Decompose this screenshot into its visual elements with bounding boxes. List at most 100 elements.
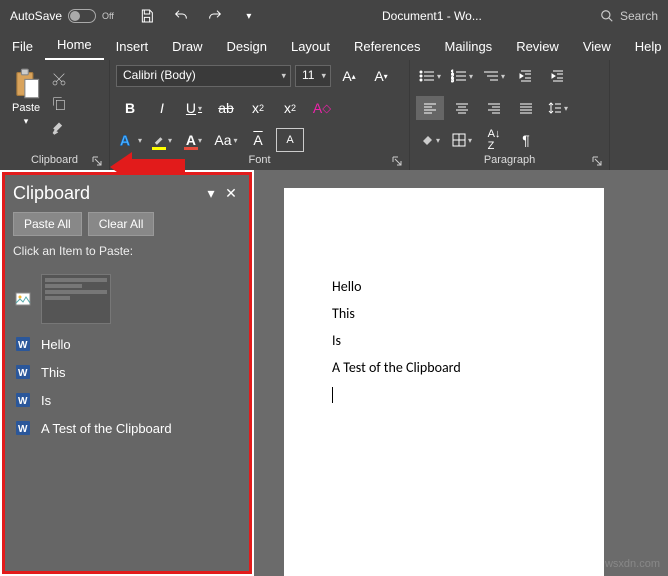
svg-text:W: W: [18, 424, 28, 435]
copy-button[interactable]: [50, 94, 68, 112]
font-name-select[interactable]: Calibri (Body) ▾: [116, 65, 291, 87]
save-icon[interactable]: [132, 2, 162, 30]
paste-icon: [12, 68, 40, 100]
char-border-button[interactable]: A: [276, 128, 304, 152]
tab-references[interactable]: References: [342, 33, 432, 60]
dec-indent-button[interactable]: [512, 64, 540, 88]
inc-indent-button[interactable]: [544, 64, 572, 88]
autosave-toggle[interactable]: AutoSave Off: [0, 9, 124, 23]
clear-all-button[interactable]: Clear All: [88, 212, 155, 236]
tab-insert[interactable]: Insert: [104, 33, 161, 60]
spacing-icon: [548, 101, 562, 115]
borders-icon: [452, 133, 466, 147]
document-area: HelloThisIsA Test of the Clipboard: [254, 170, 668, 576]
align-left-button[interactable]: [416, 96, 444, 120]
tab-design[interactable]: Design: [215, 33, 279, 60]
strike-button[interactable]: ab: [212, 96, 240, 120]
shrink-font-button[interactable]: A▾: [367, 64, 395, 88]
font-size-value: 11: [302, 68, 314, 82]
text-effects-button[interactable]: A▾: [116, 128, 144, 152]
font-name-value: Calibri (Body): [123, 68, 196, 82]
clip-item-text: Is: [41, 393, 51, 408]
pane-options-dropdown[interactable]: ▾: [201, 185, 221, 202]
highlight-icon: [152, 133, 166, 147]
clip-item-text: This: [41, 365, 66, 380]
justify-button[interactable]: [512, 96, 540, 120]
search-box[interactable]: Search: [600, 9, 658, 23]
clipboard-launcher[interactable]: [91, 156, 103, 168]
highlight-button[interactable]: ▾: [148, 128, 176, 152]
italic-button[interactable]: I: [148, 96, 176, 120]
tab-help[interactable]: Help: [623, 33, 668, 60]
redo-icon[interactable]: [200, 2, 230, 30]
document-page[interactable]: HelloThisIsA Test of the Clipboard: [284, 188, 604, 576]
chevron-down-icon: ▾: [24, 116, 29, 127]
line-spacing-button[interactable]: ▾: [544, 96, 572, 120]
cut-button[interactable]: [50, 70, 68, 88]
tab-mailings[interactable]: Mailings: [433, 33, 505, 60]
bold-button[interactable]: B: [116, 96, 144, 120]
tab-draw[interactable]: Draw: [160, 33, 214, 60]
underline-button[interactable]: U▾: [180, 96, 208, 120]
document-line: Hello: [332, 278, 588, 295]
clip-item-text: A Test of the Clipboard: [41, 421, 172, 436]
grow-font-button[interactable]: A▴: [335, 64, 363, 88]
numbering-button[interactable]: 123▾: [448, 64, 476, 88]
superscript-button[interactable]: x2: [276, 96, 304, 120]
sort-button[interactable]: A↓Z: [480, 128, 508, 152]
word-icon: W: [15, 392, 31, 408]
clipboard-item[interactable]: [13, 268, 241, 330]
change-case-button[interactable]: Aa▾: [212, 128, 240, 152]
bullets-button[interactable]: ▾: [416, 64, 444, 88]
chevron-down-icon: ▾: [281, 71, 286, 82]
svg-text:W: W: [18, 396, 28, 407]
tab-view[interactable]: View: [571, 33, 623, 60]
text-effect-icon: A: [118, 131, 136, 149]
align-center-button[interactable]: [448, 96, 476, 120]
clipboard-hint: Click an Item to Paste:: [5, 240, 249, 262]
font-size-select[interactable]: 11 ▾: [295, 65, 331, 87]
tab-home[interactable]: Home: [45, 31, 104, 60]
align-right-icon: [487, 102, 501, 114]
brush-icon: [51, 119, 67, 135]
tab-layout[interactable]: Layout: [279, 33, 342, 60]
paste-button[interactable]: Paste ▾: [6, 64, 46, 152]
word-icon: W: [15, 420, 31, 436]
image-icon: [15, 291, 31, 307]
svg-text:W: W: [18, 368, 28, 379]
watermark: wsxdn.com: [605, 558, 660, 570]
font-launcher[interactable]: [391, 156, 403, 168]
scissors-icon: [51, 71, 67, 87]
clipboard-item[interactable]: W Is: [13, 386, 241, 414]
clipboard-pane: Clipboard ▾ ✕ Paste All Clear All Click …: [2, 172, 252, 574]
show-marks-button[interactable]: ¶: [512, 128, 540, 152]
align-right-button[interactable]: [480, 96, 508, 120]
undo-icon[interactable]: [166, 2, 196, 30]
launcher-icon: [592, 156, 602, 166]
paste-all-button[interactable]: Paste All: [13, 212, 82, 236]
pane-close-button[interactable]: ✕: [221, 185, 241, 202]
launcher-icon: [392, 156, 402, 166]
group-font: Calibri (Body) ▾ 11 ▾ A▴ A▾ B I U▾ ab x2…: [110, 60, 410, 170]
qat-dropdown-icon[interactable]: ▾: [234, 2, 264, 30]
shading-button[interactable]: ▾: [416, 128, 444, 152]
clear-format-button[interactable]: A◇: [308, 96, 336, 120]
tab-file[interactable]: File: [0, 33, 45, 60]
document-line: This: [332, 305, 588, 322]
word-icon: W: [15, 336, 31, 352]
svg-text:3: 3: [451, 78, 454, 83]
justify-icon: [519, 102, 533, 114]
subscript-button[interactable]: x2: [244, 96, 272, 120]
borders-button[interactable]: ▾: [448, 128, 476, 152]
clipboard-item[interactable]: W Hello: [13, 330, 241, 358]
paragraph-launcher[interactable]: [591, 156, 603, 168]
clip-item-text: Hello: [41, 337, 71, 352]
multilevel-button[interactable]: ▾: [480, 64, 508, 88]
clipboard-item[interactable]: W This: [13, 358, 241, 386]
svg-text:A: A: [120, 133, 131, 149]
char-shading-button[interactable]: A: [244, 128, 272, 152]
format-painter-button[interactable]: [50, 118, 68, 136]
font-color-button[interactable]: A▾: [180, 128, 208, 152]
clipboard-item[interactable]: W A Test of the Clipboard: [13, 414, 241, 442]
tab-review[interactable]: Review: [504, 33, 571, 60]
